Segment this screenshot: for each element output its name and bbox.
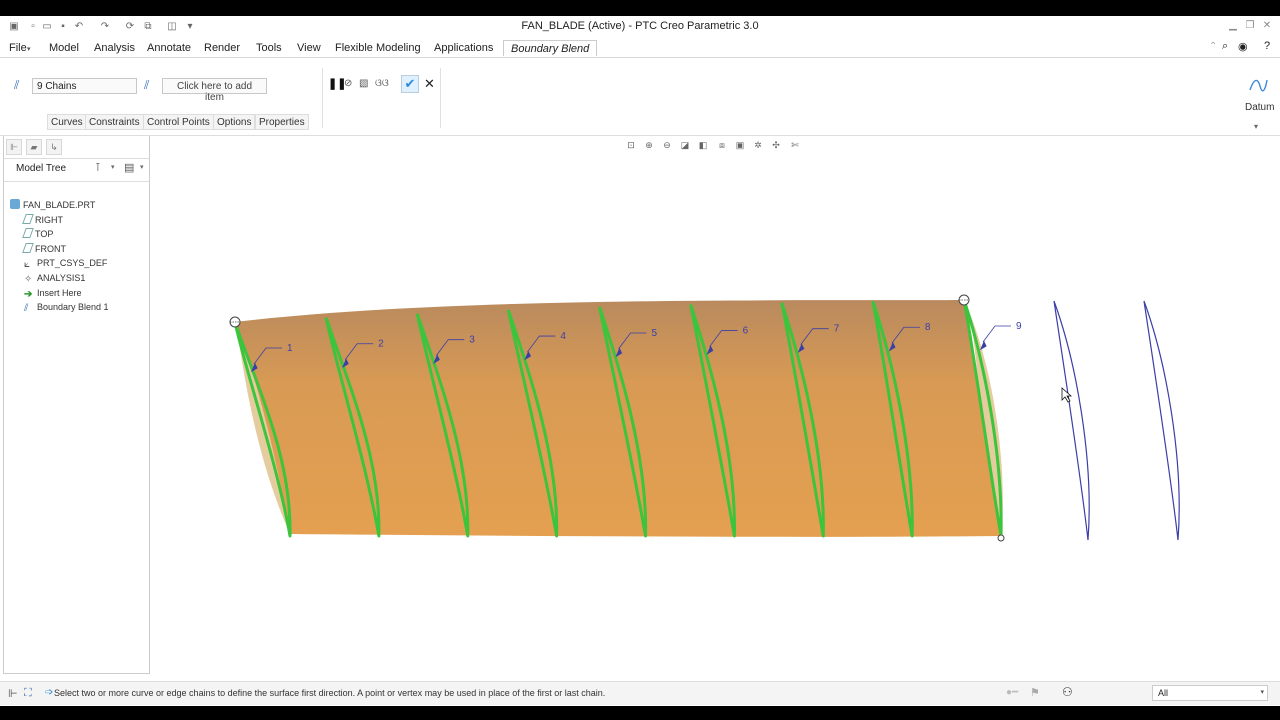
part-icon (10, 199, 20, 209)
datum-plane-icon (22, 214, 34, 224)
tab-view[interactable]: View (293, 41, 325, 57)
datum-group-label[interactable]: Datum (1245, 102, 1274, 113)
tab-analysis[interactable]: Analysis (90, 41, 139, 57)
profile-curve-2[interactable] (1143, 300, 1180, 541)
search-icon[interactable]: ⌕ (1222, 40, 1228, 53)
tree-item-right[interactable]: RIGHT (22, 214, 63, 227)
model-viewport[interactable]: 1 2 3 4 5 6 7 8 9 (150, 136, 1280, 676)
chain-label-1[interactable]: 1 (287, 343, 293, 354)
apply-checkmark-icon[interactable]: ✔ (401, 75, 419, 93)
tree-item-front[interactable]: FRONT (22, 243, 66, 256)
chain-leader-9 (982, 325, 1011, 343)
tree-settings-icon[interactable]: ⊺ (95, 161, 101, 174)
verify-preview-icon[interactable]: ଓଓ (375, 78, 389, 89)
filter-dropdown-icon[interactable]: ▾ (1260, 688, 1264, 696)
status-message: Select two or more curve or edge chains … (54, 688, 606, 698)
chain-label-4[interactable]: 4 (560, 331, 566, 342)
tree-item-analysis1[interactable]: ✧ ANALYSIS1 (24, 272, 85, 285)
second-direction-icon[interactable]: ⫽ (144, 78, 149, 93)
favorites-tab-icon[interactable]: ↳ (46, 139, 62, 155)
second-direction-add-item[interactable]: Click here to add item (162, 78, 267, 103)
collapse-ribbon-icon[interactable]: ⌃ (1209, 41, 1217, 52)
find-icon[interactable]: ⚇ (1062, 685, 1073, 699)
tab-boundary-blend[interactable]: Boundary Blend (503, 40, 598, 56)
restore-icon[interactable]: ❐ (1243, 20, 1257, 32)
selection-filter[interactable]: All ▾ (1152, 685, 1268, 701)
tab-render[interactable]: Render (200, 41, 244, 57)
mouse-cursor-icon (1061, 387, 1073, 403)
analysis-icon: ✧ (24, 274, 33, 285)
cancel-x-icon[interactable]: ✕ (424, 76, 435, 92)
tab-model[interactable]: Model (45, 41, 83, 57)
tab-control-points[interactable]: Control Points (143, 114, 214, 130)
tree-item-fan-blade-prt[interactable]: FAN_BLADE.PRT (10, 199, 95, 212)
show-menu-icon[interactable]: ▤ (124, 161, 134, 174)
chain-label-9[interactable]: 9 (1016, 321, 1022, 332)
status-bar: ⊩ ⛶ ➩ Select two or more curve or edge c… (0, 681, 1280, 705)
first-direction-chains-field[interactable]: 9 Chains (32, 78, 137, 94)
datum-curve-icon[interactable] (1248, 76, 1268, 96)
minimize-icon[interactable]: ▁ (1226, 20, 1240, 32)
tab-flexible-modeling[interactable]: Flexible Modeling (331, 41, 425, 57)
profile-curve-1[interactable] (1053, 300, 1090, 541)
tab-applications[interactable]: Applications (430, 41, 497, 57)
browser-toggle-icon[interactable]: ⛶ (24, 687, 32, 700)
folder-browser-tab-icon[interactable]: ▰ (26, 139, 42, 155)
flag-icon[interactable]: ⚑ (1030, 686, 1040, 699)
tree-item-insert-here[interactable]: ➔ Insert Here (24, 287, 82, 300)
community-icon[interactable]: ◉ (1238, 40, 1248, 53)
chain-label-3[interactable]: 3 (469, 335, 475, 346)
model-tree-title: Model Tree (16, 163, 67, 174)
attached-preview-icon[interactable]: ▧ (359, 78, 368, 89)
blended-surface[interactable] (235, 300, 1001, 537)
tab-annotate[interactable]: Annotate (143, 41, 195, 57)
tree-item-top[interactable]: TOP (22, 228, 53, 241)
corner-vertex-handle[interactable] (997, 534, 1005, 542)
datum-plane-icon (22, 228, 34, 238)
tree-item-boundary-blend-1[interactable]: ⫽ Boundary Blend 1 (24, 301, 109, 314)
insert-arrow-icon: ➔ (24, 289, 33, 300)
show-menu-dropdown-icon[interactable]: ▾ (140, 163, 144, 171)
file-dropdown-icon[interactable]: ▾ (27, 45, 31, 53)
datum-dropdown-icon[interactable]: ▾ (1254, 122, 1258, 131)
tab-curves[interactable]: Curves (47, 114, 87, 130)
tab-tools[interactable]: Tools (252, 41, 286, 57)
chain-direction-arrow-9 (979, 340, 987, 351)
help-icon[interactable]: ? (1264, 40, 1270, 52)
tab-properties[interactable]: Properties (255, 114, 309, 130)
window-title: FAN_BLADE (Active) - PTC Creo Parametric… (521, 20, 759, 32)
close-icon[interactable]: ✕ (1260, 20, 1274, 32)
datum-plane-icon (22, 243, 34, 253)
tree-item-prt-csys-def[interactable]: ⟀ PRT_CSYS_DEF (24, 257, 107, 270)
chain-label-6[interactable]: 6 (743, 326, 749, 337)
model-tree-panel: ⊩ ▰ ↳ Model Tree ⊺ ▾ ▤ ▾ FAN_BLADE.PRT R… (3, 136, 150, 674)
title-bar: ▣ ▫ ▭ ▪ ↶ ↷ ⟳ ⧉ ◫ ▾ FAN_BLADE (Active) -… (0, 16, 1280, 38)
chain-label-2[interactable]: 2 (378, 339, 384, 350)
boundary-blend-dashboard: ⫽ 9 Chains ⫽ Click here to add item ❚❚ ⊘… (0, 58, 1280, 136)
model-tree-tab-icon[interactable]: ⊩ (6, 139, 22, 155)
chain-label-5[interactable]: 5 (652, 328, 658, 339)
first-direction-icon[interactable]: ⫽ (14, 78, 19, 93)
tab-constraints[interactable]: Constraints (85, 114, 144, 130)
creo-window: ▣ ▫ ▭ ▪ ↶ ↷ ⟳ ⧉ ◫ ▾ FAN_BLADE (Active) -… (0, 16, 1280, 706)
no-preview-icon[interactable]: ⊘ (344, 78, 352, 89)
tab-options[interactable]: Options (213, 114, 256, 130)
csys-icon: ⟀ (24, 259, 30, 270)
message-arrow-icon: ➩ (45, 687, 54, 698)
graphics-window[interactable]: ⊡ ⊕ ⊖ ◪ ◧ ⧈ ▣ ✲ ✣ ✄ 123456789 (150, 136, 1280, 676)
chain-label-8[interactable]: 8 (925, 322, 931, 333)
tree-settings-dropdown-icon[interactable]: ▾ (111, 163, 115, 171)
chain-label-7[interactable]: 7 (834, 324, 840, 335)
boundary-blend-icon: ⫽ (24, 303, 29, 314)
ribbon-tabs: File ▾ Model Analysis Annotate Render To… (0, 38, 1280, 58)
regen-status-icon: ●━ (1006, 687, 1019, 698)
navigator-toggle-icon[interactable]: ⊩ (8, 687, 18, 700)
